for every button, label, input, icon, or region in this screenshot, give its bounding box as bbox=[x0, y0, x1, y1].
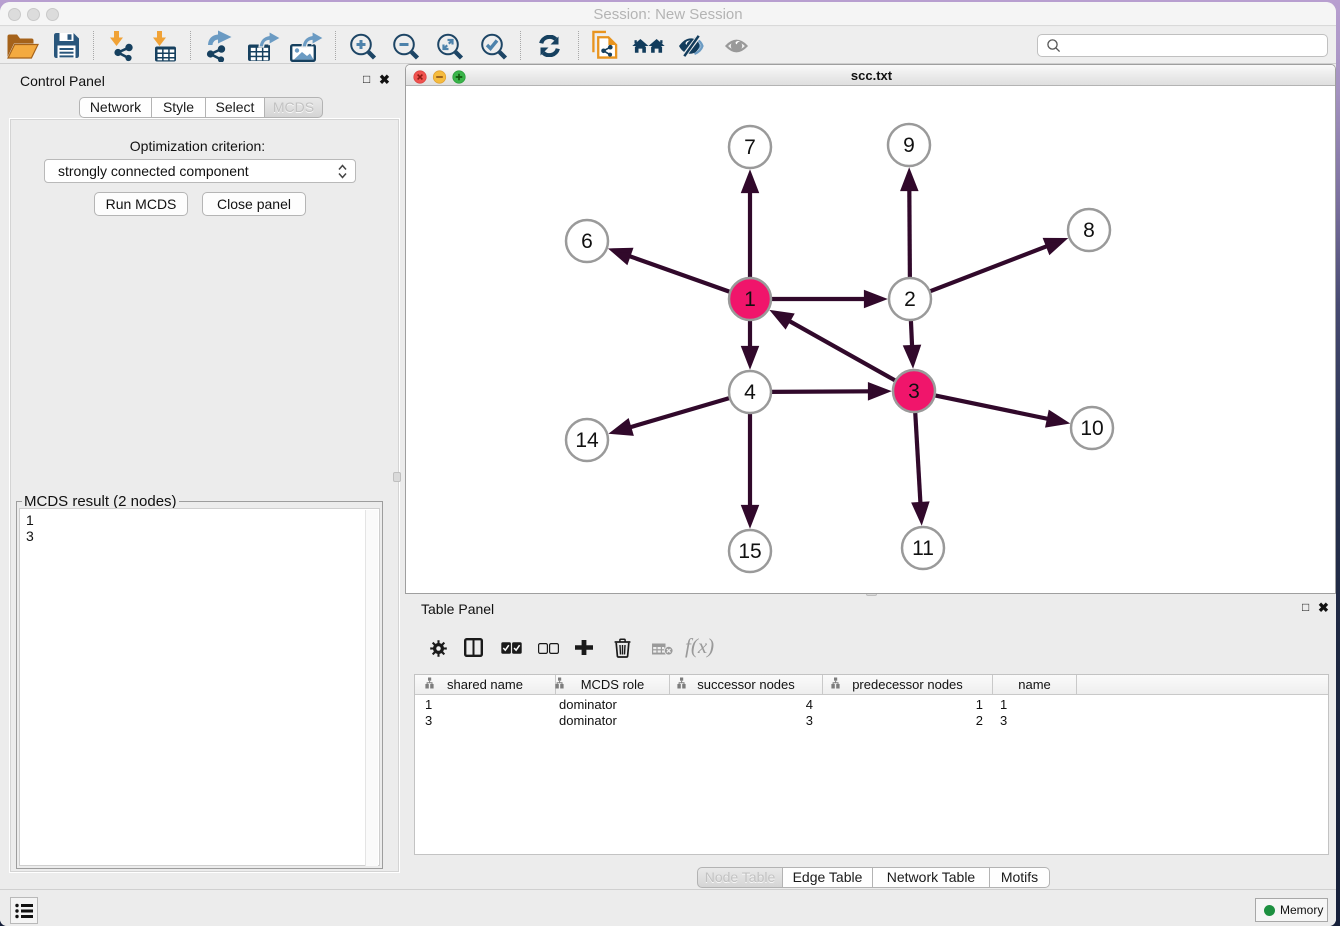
svg-text:8: 8 bbox=[1083, 219, 1095, 242]
svg-text:6: 6 bbox=[581, 230, 593, 253]
svg-text:1: 1 bbox=[744, 288, 756, 311]
svg-text:4: 4 bbox=[744, 381, 756, 404]
svg-text:15: 15 bbox=[738, 540, 761, 563]
svg-text:3: 3 bbox=[908, 380, 920, 403]
svg-text:10: 10 bbox=[1080, 417, 1103, 440]
svg-text:9: 9 bbox=[903, 134, 915, 157]
svg-text:2: 2 bbox=[904, 288, 916, 311]
svg-text:11: 11 bbox=[912, 537, 934, 560]
svg-text:7: 7 bbox=[744, 136, 756, 159]
svg-text:14: 14 bbox=[575, 429, 599, 452]
